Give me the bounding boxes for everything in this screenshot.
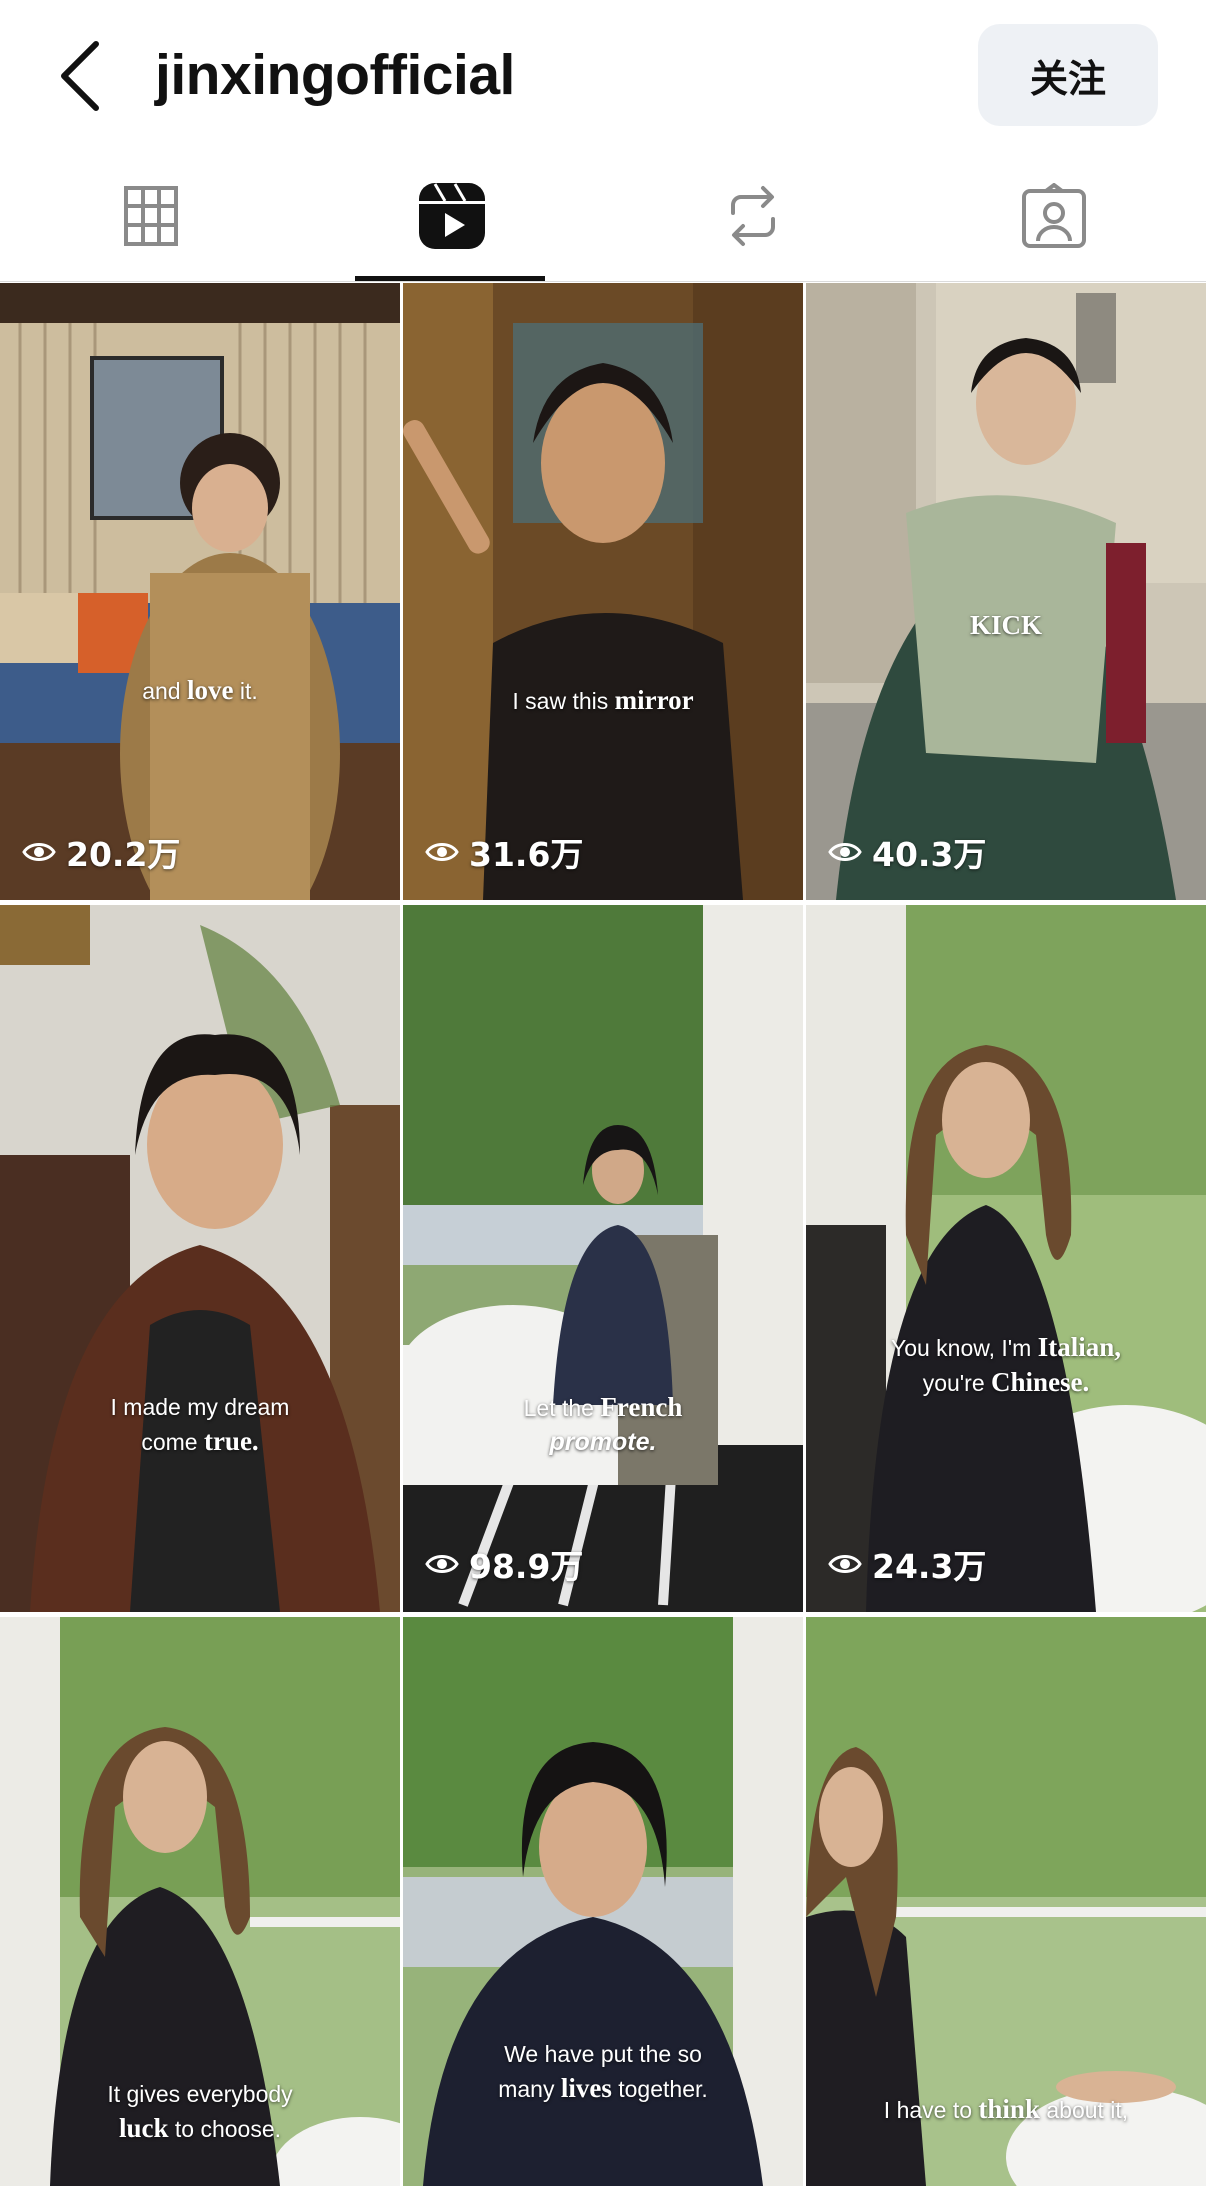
views-eye-icon (425, 843, 459, 861)
subtitle-emphasis: true. (203, 1426, 259, 1456)
view-count-value: 40.3万 (872, 835, 987, 874)
reel-subtitle: and love it. (0, 673, 400, 708)
tab-posts-grid[interactable] (0, 150, 301, 282)
view-count: 24.3万 (828, 1540, 986, 1588)
reel-thumbnail-image (403, 905, 803, 1612)
subtitle-text: many (498, 2076, 561, 2102)
reel-thumbnail[interactable]: I have to think about it, (806, 1617, 1206, 2186)
reel-thumbnail-image (0, 283, 400, 900)
reel-thumbnail[interactable]: KICK 40.3万 (806, 283, 1206, 900)
subtitle-text: it. (233, 678, 258, 704)
repost-icon (730, 186, 775, 246)
reel-subtitle: I have to think about it, (806, 2092, 1206, 2127)
reel-thumbnail[interactable]: We have put the so many lives together. (403, 1617, 803, 2186)
subtitle-text: to choose. (168, 2116, 282, 2142)
reel-subtitle: I made my dream come true. (0, 1390, 400, 1459)
view-count-value: 31.6万 (469, 835, 584, 874)
profile-tabs (0, 150, 1206, 282)
reels-icon (418, 183, 485, 249)
reel-thumbnail-image (806, 283, 1206, 900)
subtitle-emphasis: Chinese. (991, 1367, 1090, 1397)
view-count: 40.3万 (828, 828, 986, 876)
views-eye-icon (425, 1555, 459, 1573)
subtitle-text: together. (611, 2076, 708, 2102)
reels-grid: and love it. 20.2万 I saw this mirror 31.… (0, 283, 1206, 2186)
tagged-person-icon (1021, 183, 1086, 248)
reel-subtitle: It gives everybody luck to choose. (0, 2077, 400, 2146)
view-count-value: 98.9万 (469, 1547, 584, 1586)
subtitle-emphasis: luck (118, 2113, 169, 2143)
follow-button[interactable]: 关注 (978, 24, 1158, 126)
subtitle-emphasis: love (186, 675, 234, 705)
views-eye-icon (22, 843, 56, 861)
reel-thumbnail[interactable]: and love it. 20.2万 (0, 283, 400, 900)
subtitle-text: come (141, 1429, 204, 1455)
subtitle-emphasis: KICK (969, 610, 1042, 640)
views-eye-icon (828, 843, 862, 861)
view-count-value: 20.2万 (66, 835, 181, 874)
reel-subtitle: You know, I'm Italian, you're Chinese. (806, 1330, 1206, 1400)
reel-thumbnail-image (806, 905, 1206, 1612)
reel-subtitle: We have put the so many lives together. (403, 2037, 803, 2106)
view-count: 31.6万 (425, 828, 583, 876)
subtitle-emphasis: Italian, (1037, 1332, 1122, 1362)
reel-thumbnail[interactable]: I made my dream come true. (0, 905, 400, 1612)
tab-reels[interactable] (301, 150, 602, 282)
subtitle-text: You know, I'm (890, 1335, 1038, 1361)
subtitle-emphasis: French (600, 1392, 683, 1422)
subtitle-text: We have put the so (504, 2041, 702, 2067)
reel-thumbnail[interactable]: You know, I'm Italian, you're Chinese. 2… (806, 905, 1206, 1612)
views-eye-icon (828, 1555, 862, 1573)
profile-username: jinxingofficial (155, 43, 515, 107)
subtitle-text: Let the (523, 1395, 601, 1421)
subtitle-text: I have to (883, 2097, 979, 2123)
grid-icon (123, 186, 178, 246)
view-count-value: 24.3万 (872, 1547, 987, 1586)
profile-header: jinxingofficial 关注 (0, 0, 1206, 150)
subtitle-text: about it, (1039, 2097, 1129, 2123)
subtitle-text: and (142, 678, 187, 704)
subtitle-emphasis: mirror (614, 685, 694, 715)
subtitle-text: It gives everybody (107, 2081, 293, 2107)
tab-tagged[interactable] (903, 150, 1204, 282)
subtitle-text: you're (922, 1370, 992, 1396)
subtitle-emphasis: lives (560, 2073, 612, 2103)
reel-thumbnail[interactable]: I saw this mirror 31.6万 (403, 283, 803, 900)
tabs-divider (0, 281, 1206, 282)
tab-reposts[interactable] (602, 150, 903, 282)
view-count: 98.9万 (425, 1540, 583, 1588)
view-count: 20.2万 (22, 828, 180, 876)
reel-subtitle: I saw this mirror (403, 683, 803, 718)
back-button[interactable] (52, 36, 112, 116)
reel-thumbnail-image (0, 905, 400, 1612)
reel-thumbnail[interactable]: It gives everybody luck to choose. (0, 1617, 400, 2186)
subtitle-emphasis: think (978, 2094, 1040, 2124)
reel-subtitle: KICK (806, 608, 1206, 643)
reel-thumbnail-image (403, 283, 803, 900)
subtitle-emphasis: promote. (549, 1428, 657, 1456)
subtitle-text: I saw this (512, 688, 615, 714)
reel-subtitle: Let the French promote. (403, 1390, 803, 1459)
subtitle-text: I made my dream (110, 1394, 290, 1420)
reel-thumbnail[interactable]: Let the French promote. 98.9万 (403, 905, 803, 1612)
back-chevron-icon (61, 41, 99, 111)
